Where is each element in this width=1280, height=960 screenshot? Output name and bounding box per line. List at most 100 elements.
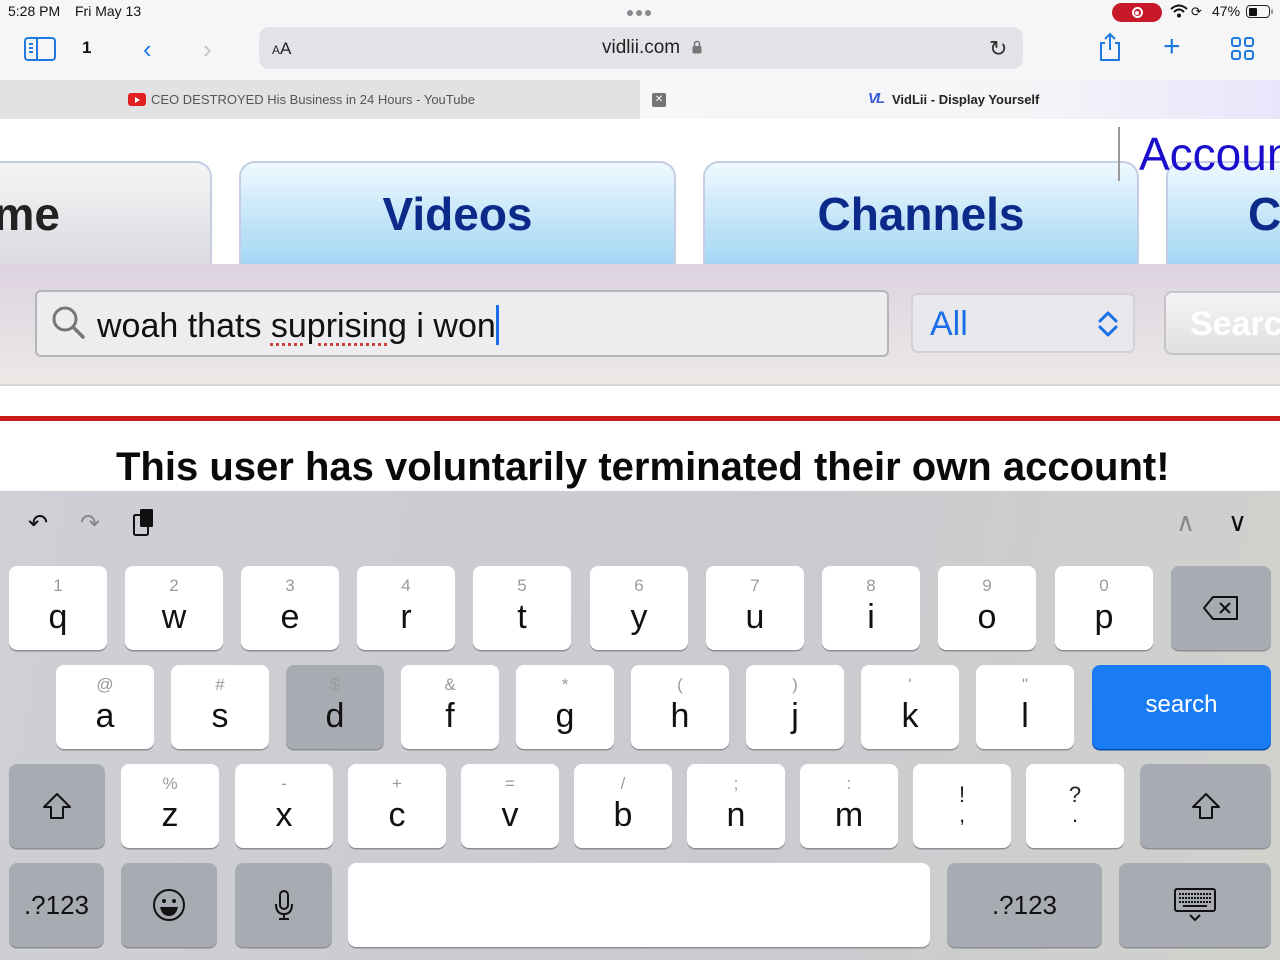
- screen-recording-icon[interactable]: [1112, 3, 1162, 22]
- lock-icon: [692, 40, 702, 54]
- nav-tab-home[interactable]: me: [0, 161, 212, 265]
- key-u[interactable]: 7u: [706, 566, 804, 650]
- search-bar-area: woah thats suprising i won All Search: [0, 264, 1280, 386]
- search-button[interactable]: Search: [1164, 291, 1280, 355]
- key-secondary-label: 1: [53, 576, 63, 595]
- sidebar-toggle-icon[interactable]: [24, 37, 56, 61]
- forward-chevron-icon[interactable]: ›: [203, 34, 212, 65]
- account-terminated-message: This user has voluntarily terminated the…: [116, 445, 1170, 489]
- search-key[interactable]: search: [1092, 665, 1271, 749]
- account-link[interactable]: Account: [1139, 127, 1280, 181]
- tab-count[interactable]: 1: [82, 38, 91, 58]
- key-s[interactable]: # s: [171, 665, 269, 749]
- emoji-key[interactable]: [121, 863, 217, 947]
- key-primary-label: k: [901, 697, 919, 735]
- dictation-key[interactable]: [235, 863, 332, 947]
- key-secondary-label: ': [908, 675, 912, 694]
- multitasking-dots-icon[interactable]: [627, 10, 651, 16]
- key-g[interactable]: * g: [516, 665, 614, 749]
- key-primary-label: v: [501, 796, 519, 834]
- key-d[interactable]: $ d: [286, 665, 384, 749]
- key-i[interactable]: 8i: [822, 566, 920, 650]
- key-primary-label: ,: [958, 802, 966, 827]
- key-primary-label: a: [95, 697, 115, 735]
- tab-title: VidLii - Display Yourself: [892, 92, 1040, 107]
- key-r[interactable]: 4r: [357, 566, 455, 650]
- key-t[interactable]: 5t: [473, 566, 571, 650]
- previous-field-chevron-icon[interactable]: ∧: [1176, 507, 1195, 538]
- browser-toolbar: 1 ‹ › AA vidlii.com ↻ +: [0, 26, 1280, 80]
- key-b[interactable]: / b: [574, 764, 672, 848]
- status-time: 5:28 PM: [8, 3, 61, 19]
- key-primary-label: e: [280, 598, 300, 636]
- numbers-key-left[interactable]: .?123: [9, 863, 104, 947]
- search-scope-select[interactable]: All: [911, 293, 1135, 353]
- key-primary-label: h: [670, 697, 690, 735]
- shift-key-left[interactable]: [9, 764, 105, 848]
- key-primary-label: c: [388, 796, 406, 834]
- key-w[interactable]: 2w: [125, 566, 223, 650]
- keyboard-shortcut-bar: ↶ ↷ ∧ ∨: [0, 491, 1280, 561]
- new-tab-plus-icon[interactable]: +: [1163, 30, 1181, 64]
- key-comma[interactable]: !,: [913, 764, 1011, 848]
- wifi-icon: [1170, 4, 1188, 18]
- search-input[interactable]: woah thats suprising i won: [35, 290, 889, 357]
- key-primary-label: r: [400, 598, 412, 636]
- key-primary-label: d: [325, 697, 345, 735]
- key-j[interactable]: ) j: [746, 665, 844, 749]
- nav-tab-videos[interactable]: Videos: [239, 161, 676, 265]
- tab-vidlii[interactable]: ✕ VL VidLii - Display Yourself: [640, 80, 1280, 119]
- reload-icon[interactable]: ↻: [989, 36, 1007, 62]
- key-primary-label: i: [867, 598, 875, 636]
- tab-youtube[interactable]: CEO DESTROYED His Business in 24 Hours -…: [0, 80, 640, 119]
- paste-icon[interactable]: [132, 507, 156, 537]
- share-icon[interactable]: [1097, 32, 1123, 62]
- key-x[interactable]: -x: [235, 764, 333, 848]
- key-o[interactable]: 9o: [938, 566, 1036, 650]
- key-l[interactable]: " l: [976, 665, 1074, 749]
- header-divider: [1118, 127, 1120, 181]
- tab-overview-icon[interactable]: [1231, 37, 1254, 60]
- key-m[interactable]: :m: [800, 764, 898, 848]
- nav-tab-label: Videos: [382, 188, 533, 240]
- shift-key-right[interactable]: [1140, 764, 1271, 848]
- back-chevron-icon[interactable]: ‹: [143, 34, 152, 65]
- keyboard-dismiss-icon: [1174, 888, 1216, 922]
- key-secondary-label: -: [281, 774, 287, 793]
- url-text[interactable]: vidlii.com: [602, 37, 680, 59]
- key-a[interactable]: @ a: [56, 665, 154, 749]
- key-secondary-label: 8: [866, 576, 876, 595]
- key-period[interactable]: ?.: [1026, 764, 1124, 848]
- key-n[interactable]: ; n: [687, 764, 785, 848]
- key-k[interactable]: ' k: [861, 665, 959, 749]
- status-bar: 5:28 PM Fri May 13 ⟳ 47%: [0, 0, 1280, 26]
- key-h[interactable]: (h: [631, 665, 729, 749]
- nav-tab-channels[interactable]: Channels: [703, 161, 1139, 265]
- key-z[interactable]: % z: [121, 764, 219, 848]
- key-f[interactable]: & f: [401, 665, 499, 749]
- key-primary-label: p: [1094, 598, 1114, 636]
- address-bar[interactable]: AA vidlii.com ↻: [259, 27, 1023, 69]
- redo-icon[interactable]: ↷: [80, 509, 100, 538]
- reader-text-size-button[interactable]: AA: [272, 39, 291, 59]
- key-primary-label: .: [1071, 802, 1079, 827]
- key-y[interactable]: 6y: [590, 566, 688, 650]
- undo-icon[interactable]: ↶: [28, 509, 48, 538]
- key-secondary-label: (: [677, 675, 683, 694]
- delete-key[interactable]: [1171, 566, 1271, 650]
- key-secondary-label: 0: [1099, 576, 1109, 595]
- divider-line: [0, 416, 1280, 421]
- key-c[interactable]: + c: [348, 764, 446, 848]
- hide-keyboard-key[interactable]: [1119, 863, 1271, 947]
- close-tab-icon[interactable]: ✕: [652, 93, 666, 107]
- battery-icon: [1246, 5, 1273, 18]
- next-field-chevron-icon[interactable]: ∨: [1228, 507, 1247, 538]
- space-key[interactable]: [348, 863, 930, 947]
- key-q[interactable]: 1q: [9, 566, 107, 650]
- microphone-icon: [274, 890, 293, 920]
- key-primary-label: w: [161, 598, 187, 636]
- key-v[interactable]: = v: [461, 764, 559, 848]
- key-p[interactable]: 0p: [1055, 566, 1153, 650]
- numbers-key-right[interactable]: .?123: [947, 863, 1102, 947]
- key-e[interactable]: 3e: [241, 566, 339, 650]
